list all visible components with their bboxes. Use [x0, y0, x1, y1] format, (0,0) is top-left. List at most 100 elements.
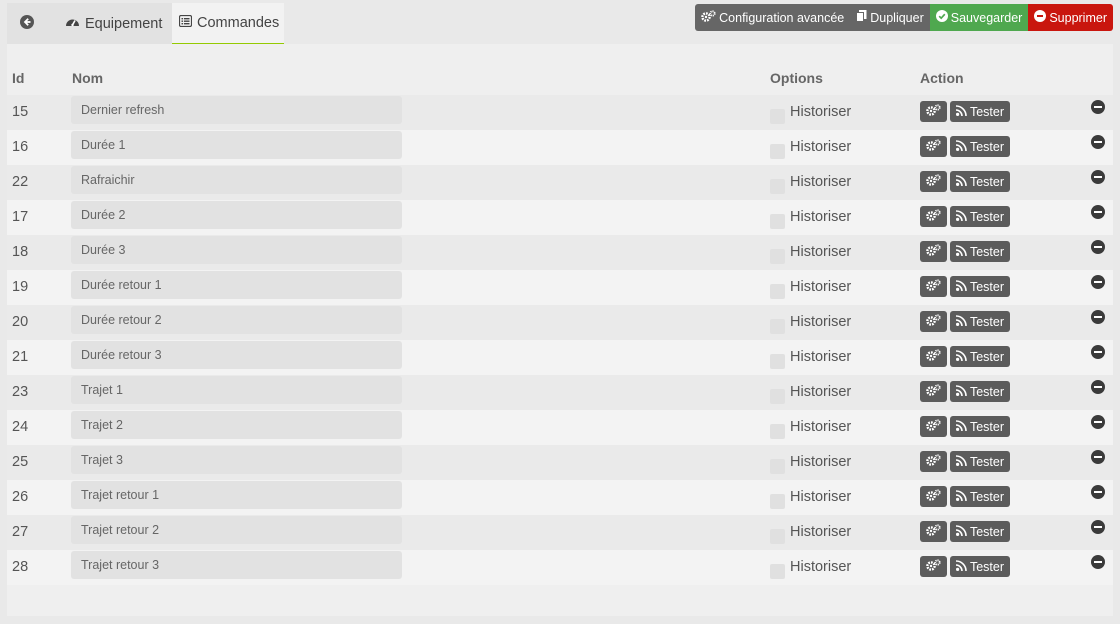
command-name-input[interactable]	[71, 551, 402, 579]
remove-command-icon[interactable]	[1091, 485, 1105, 499]
test-label: Tester	[969, 174, 1005, 189]
test-button[interactable]: Tester	[950, 241, 1010, 262]
test-label: Tester	[969, 104, 1005, 119]
remove-command-icon[interactable]	[1091, 100, 1105, 114]
historiser-label: Historiser	[790, 314, 852, 330]
historiser-checkbox[interactable]	[770, 494, 785, 509]
arrow-left-circle-icon	[20, 15, 39, 33]
command-name-input[interactable]	[71, 306, 402, 334]
historiser-label: Historiser	[790, 559, 852, 575]
historiser-checkbox[interactable]	[770, 319, 785, 334]
cogs-icon	[926, 348, 941, 366]
cogs-icon	[926, 418, 941, 436]
test-button[interactable]: Tester	[950, 521, 1010, 542]
duplicate-button[interactable]: Dupliquer	[850, 4, 930, 31]
cogs-icon	[926, 523, 941, 541]
rss-icon	[955, 489, 970, 504]
test-button[interactable]: Tester	[950, 346, 1010, 367]
table-row: 23 Historiser Tester	[7, 375, 1113, 410]
remove-command-icon[interactable]	[1091, 555, 1105, 569]
remove-command-icon[interactable]	[1091, 310, 1105, 324]
command-config-button[interactable]	[920, 381, 947, 402]
advanced-config-label: Configuration avancée	[719, 10, 845, 25]
historiser-checkbox[interactable]	[770, 179, 785, 194]
command-name-input[interactable]	[71, 96, 402, 124]
command-name-input[interactable]	[71, 271, 402, 299]
test-label: Tester	[969, 454, 1005, 469]
command-name-input[interactable]	[71, 131, 402, 159]
command-name-input[interactable]	[71, 446, 402, 474]
remove-command-icon[interactable]	[1091, 450, 1105, 464]
historiser-checkbox[interactable]	[770, 389, 785, 404]
command-name-input[interactable]	[71, 166, 402, 194]
test-button[interactable]: Tester	[950, 136, 1010, 157]
table-row: 18 Historiser Tester	[7, 235, 1113, 270]
command-name-input[interactable]	[71, 236, 402, 264]
save-button[interactable]: Sauvegarder	[929, 4, 1029, 31]
test-button[interactable]: Tester	[950, 206, 1010, 227]
test-button[interactable]: Tester	[950, 416, 1010, 437]
remove-command-icon[interactable]	[1091, 240, 1105, 254]
command-name-input[interactable]	[71, 376, 402, 404]
command-name-input[interactable]	[71, 516, 402, 544]
rss-icon	[955, 384, 970, 399]
command-name-input[interactable]	[71, 341, 402, 369]
test-label: Tester	[969, 314, 1005, 329]
remove-command-icon[interactable]	[1091, 275, 1105, 289]
historiser-checkbox[interactable]	[770, 529, 785, 544]
rss-icon	[955, 454, 970, 469]
tab-commandes[interactable]: Commandes	[172, 3, 284, 45]
test-button[interactable]: Tester	[950, 556, 1010, 577]
command-config-button[interactable]	[920, 556, 947, 577]
historiser-checkbox[interactable]	[770, 424, 785, 439]
test-button[interactable]: Tester	[950, 171, 1010, 192]
historiser-checkbox[interactable]	[770, 249, 785, 264]
command-id: 17	[12, 209, 29, 225]
remove-command-icon[interactable]	[1091, 135, 1105, 149]
remove-command-icon[interactable]	[1091, 170, 1105, 184]
command-config-button[interactable]	[920, 206, 947, 227]
cogs-icon	[926, 208, 941, 226]
command-config-button[interactable]	[920, 416, 947, 437]
delete-button[interactable]: Supprimer	[1028, 4, 1113, 31]
command-config-button[interactable]	[920, 346, 947, 367]
command-config-button[interactable]	[920, 101, 947, 122]
remove-command-icon[interactable]	[1091, 205, 1105, 219]
command-config-button[interactable]	[920, 311, 947, 332]
command-config-button[interactable]	[920, 276, 947, 297]
test-label: Tester	[969, 419, 1005, 434]
remove-command-icon[interactable]	[1091, 380, 1105, 394]
remove-command-icon[interactable]	[1091, 345, 1105, 359]
command-config-button[interactable]	[920, 486, 947, 507]
historiser-checkbox[interactable]	[770, 564, 785, 579]
command-name-input[interactable]	[71, 201, 402, 229]
test-button[interactable]: Tester	[950, 311, 1010, 332]
remove-command-icon[interactable]	[1091, 520, 1105, 534]
command-name-input[interactable]	[71, 411, 402, 439]
command-config-button[interactable]	[920, 451, 947, 472]
historiser-checkbox[interactable]	[770, 459, 785, 474]
test-button[interactable]: Tester	[950, 486, 1010, 507]
tab-equipement[interactable]: Equipement	[52, 3, 172, 45]
test-button[interactable]: Tester	[950, 101, 1010, 122]
historiser-checkbox[interactable]	[770, 109, 785, 124]
command-config-button[interactable]	[920, 521, 947, 542]
advanced-config-button[interactable]: Configuration avancée	[695, 4, 851, 31]
command-config-button[interactable]	[920, 241, 947, 262]
historiser-checkbox[interactable]	[770, 284, 785, 299]
test-button[interactable]: Tester	[950, 381, 1010, 402]
back-tab[interactable]	[7, 3, 52, 45]
command-name-input[interactable]	[71, 481, 402, 509]
table-row: 28 Historiser Tester	[7, 550, 1113, 585]
historiser-checkbox[interactable]	[770, 144, 785, 159]
historiser-checkbox[interactable]	[770, 214, 785, 229]
historiser-checkbox[interactable]	[770, 354, 785, 369]
test-button[interactable]: Tester	[950, 451, 1010, 472]
command-config-button[interactable]	[920, 136, 947, 157]
remove-command-icon[interactable]	[1091, 415, 1105, 429]
cogs-icon	[926, 278, 941, 296]
test-button[interactable]: Tester	[950, 276, 1010, 297]
rss-icon	[955, 419, 970, 434]
command-config-button[interactable]	[920, 171, 947, 192]
test-label: Tester	[969, 209, 1005, 224]
